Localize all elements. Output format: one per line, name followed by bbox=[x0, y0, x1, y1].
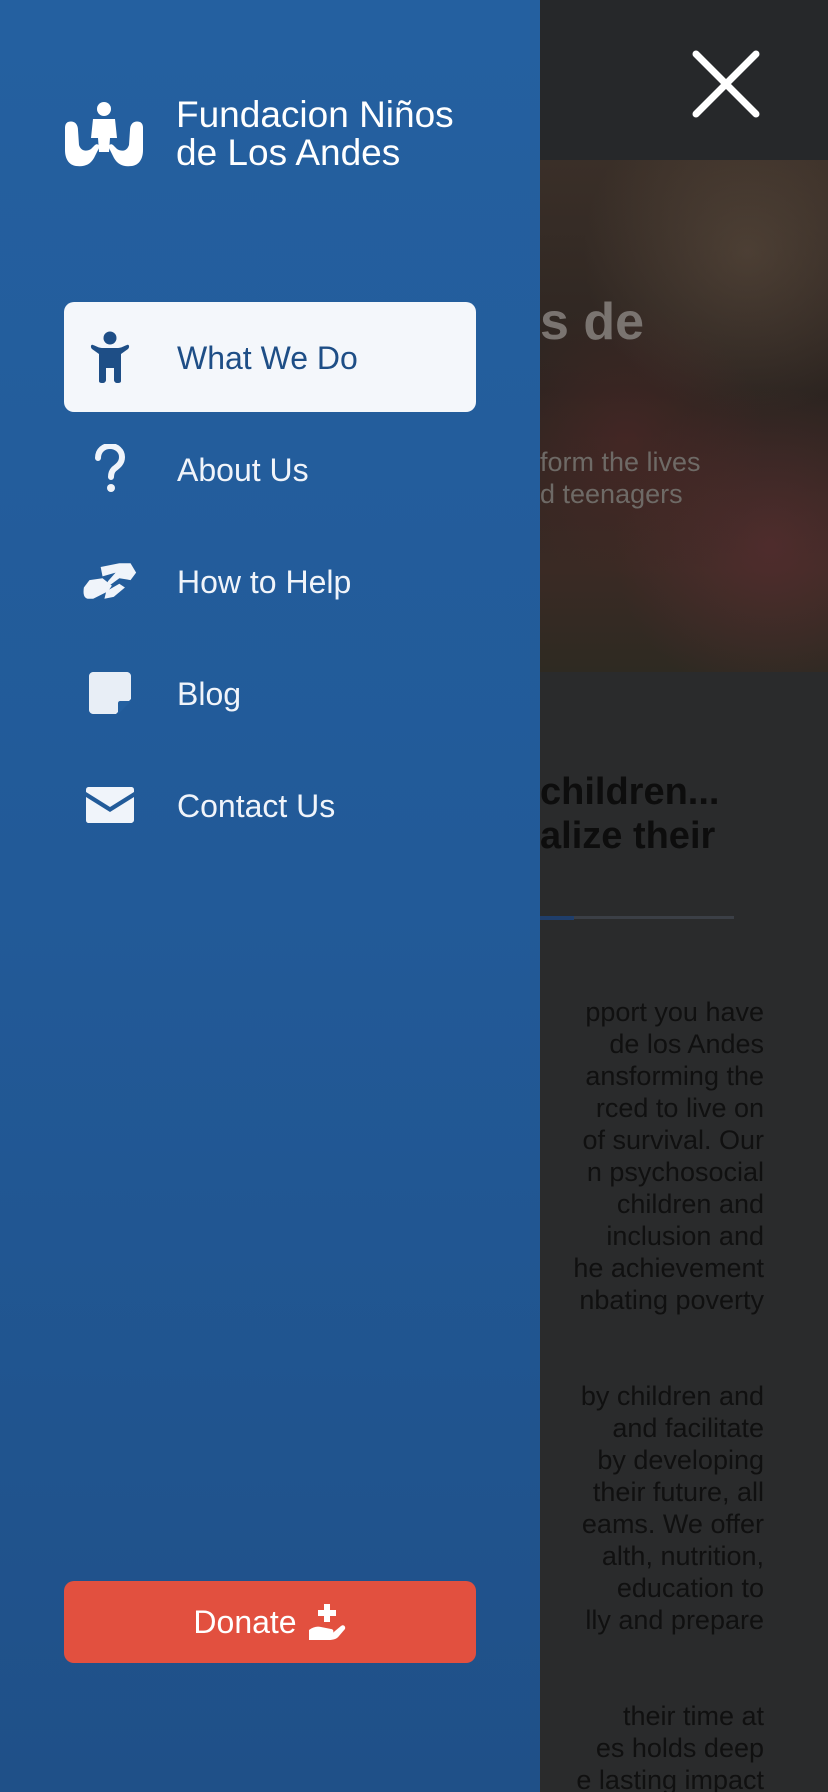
donate-button[interactable]: Donate bbox=[64, 1581, 476, 1663]
nav-item-label: About Us bbox=[177, 452, 309, 488]
nav-item-what-we-do[interactable]: What We Do bbox=[64, 302, 476, 412]
hero-title: s de bbox=[540, 293, 645, 351]
hands-holding-child-icon bbox=[65, 102, 143, 167]
nav-item-how-to-help[interactable]: How to Help bbox=[64, 526, 476, 636]
nav-item-label: What We Do bbox=[177, 340, 358, 376]
nav-item-about-us[interactable]: About Us bbox=[64, 414, 476, 524]
body-paragraph: their time at es holds deep e lasting im… bbox=[576, 1701, 764, 1792]
close-menu-button[interactable] bbox=[686, 44, 766, 124]
child-icon bbox=[82, 329, 138, 385]
handshake-icon bbox=[82, 553, 138, 609]
nav-item-label: Contact Us bbox=[177, 788, 336, 824]
note-icon bbox=[82, 665, 138, 721]
nav-item-contact-us[interactable]: Contact Us bbox=[64, 750, 476, 860]
nav-item-label: How to Help bbox=[177, 564, 352, 600]
body-paragraph: by children and and facilitate by develo… bbox=[580, 1381, 764, 1635]
body-paragraph: pport you have de los Andes ansforming t… bbox=[573, 997, 764, 1315]
hand-holding-medical-icon bbox=[308, 1604, 345, 1640]
hero-image bbox=[540, 160, 828, 672]
envelope-icon bbox=[82, 777, 138, 833]
nav-drawer: Fundacion Niños de Los Andes What We Do … bbox=[0, 0, 540, 1792]
section-divider bbox=[540, 916, 734, 920]
hero-subtitle: form the lives d teenagers bbox=[540, 447, 701, 509]
section-heading: children... alize their bbox=[540, 771, 720, 857]
brand-name: Fundacion Niños de Los Andes bbox=[176, 94, 454, 173]
close-icon bbox=[692, 50, 760, 118]
donate-label: Donate bbox=[193, 1603, 297, 1640]
nav-item-blog[interactable]: Blog bbox=[64, 638, 476, 748]
question-icon bbox=[82, 441, 138, 497]
brand-logo[interactable]: Fundacion Niños de Los Andes bbox=[64, 96, 484, 186]
nav-item-label: Blog bbox=[177, 676, 242, 712]
